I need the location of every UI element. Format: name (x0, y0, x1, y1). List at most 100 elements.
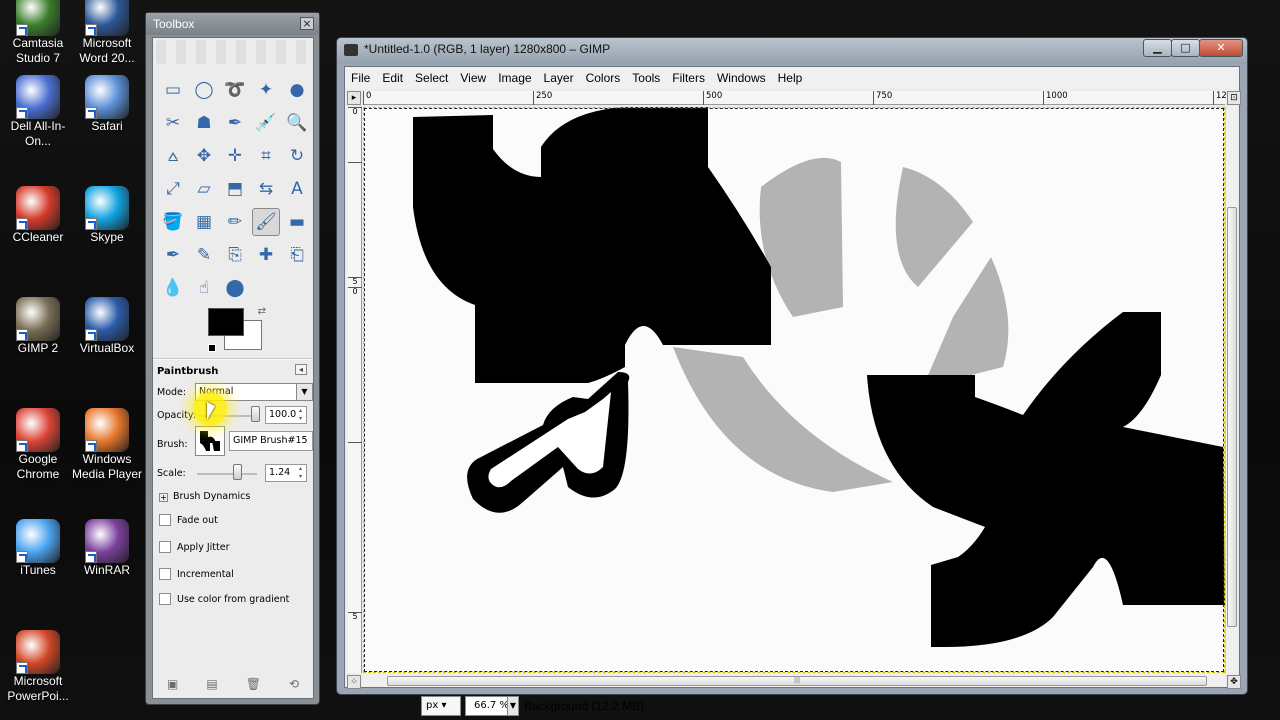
desktop-icon[interactable]: Camtasia Studio 7 (0, 0, 76, 66)
measure-icon[interactable]: ⩟ (159, 142, 187, 170)
blur-icon[interactable]: 💧 (159, 274, 187, 302)
scale-input[interactable]: 1.24 (265, 464, 307, 482)
paths-icon[interactable]: ✒ (221, 109, 249, 137)
color-picker-icon[interactable]: 💉 (252, 109, 280, 137)
bucket-fill-icon[interactable]: 🪣 (159, 208, 187, 236)
vertical-scrollbar[interactable] (1225, 107, 1237, 673)
menu-view[interactable]: View (460, 71, 486, 85)
color-select-icon[interactable]: ● (283, 76, 311, 104)
fuzzy-select-icon[interactable]: ✦ (252, 76, 280, 104)
desktop-icon[interactable]: Skype (69, 186, 145, 245)
menu-help[interactable]: Help (778, 71, 803, 85)
maximize-button[interactable]: □ (1171, 39, 1200, 57)
delete-options-icon[interactable]: 🗑 (246, 677, 261, 691)
desktop-icon[interactable]: CCleaner (0, 186, 76, 245)
brush-dynamics-expander[interactable]: + Brush Dynamics (159, 491, 250, 502)
horizontal-scrollbar[interactable]: ||| (363, 675, 1225, 687)
zoom-dropdown-icon[interactable]: ▼ (507, 696, 519, 716)
apply-jitter-checkbox[interactable]: Apply Jitter (159, 541, 229, 553)
image-window-titlebar[interactable]: *Untitled-1.0 (RGB, 1 layer) 1280x800 – … (337, 38, 1247, 64)
blend-icon[interactable]: ▦ (190, 208, 218, 236)
close-button[interactable]: ✕ (1199, 39, 1243, 57)
minimize-button[interactable]: ▁ (1143, 39, 1172, 57)
desktop-icon[interactable]: WinRAR (69, 519, 145, 578)
airbrush-icon[interactable]: ✒ (159, 241, 187, 269)
menu-layer[interactable]: Layer (544, 71, 574, 85)
foreground-select-icon[interactable]: ☗ (190, 109, 218, 137)
toolbox-window[interactable]: Toolbox × ▭ ◯ ➰ ✦ ● ✂ ☗ ✒ 💉 🔍 ⩟ ✥ ✛ ⌗ ↻ ⤢ ▱ ⬒ ⇆ A 🪣 ▦ ✏ 🖌 ▬ ✒ ✎ ⎘ ✚ ⎗… (145, 12, 320, 705)
menu-select[interactable]: Select (415, 71, 448, 85)
scissors-icon[interactable]: ✂ (159, 109, 187, 137)
scale-icon[interactable]: ⤢ (159, 175, 187, 203)
menu-file[interactable]: File (351, 71, 370, 85)
use-gradient-checkbox[interactable]: Use color from gradient (159, 593, 289, 605)
heal-icon[interactable]: ✚ (252, 241, 280, 269)
rotate-icon[interactable]: ↻ (283, 142, 311, 170)
desktop-icon[interactable]: GIMP 2 (0, 297, 76, 356)
desktop-icon[interactable]: Microsoft PowerPoi... (0, 630, 76, 704)
free-select-icon[interactable]: ➰ (221, 76, 249, 104)
dodge-burn-icon[interactable]: ⬤ (221, 274, 249, 302)
reset-colors-icon[interactable] (208, 344, 216, 352)
checkbox-box[interactable] (159, 514, 171, 526)
shear-icon[interactable]: ▱ (190, 175, 218, 203)
perspective-clone-icon[interactable]: ⎗ (283, 241, 311, 269)
swap-colors-icon[interactable]: ⇄ (258, 306, 266, 317)
pencil-icon[interactable]: ✏ (221, 208, 249, 236)
checkbox-box[interactable] (159, 593, 171, 605)
desktop-icon[interactable]: Google Chrome (0, 408, 76, 482)
rect-select-icon[interactable]: ▭ (159, 76, 187, 104)
smudge-icon[interactable]: ☝ (190, 274, 218, 302)
brush-name-field[interactable]: GIMP Brush#15 (229, 431, 313, 451)
tool-options-menu-icon[interactable]: ◂ (295, 364, 307, 375)
desktop-icon[interactable]: iTunes (0, 519, 76, 578)
clone-icon[interactable]: ⎘ (221, 241, 249, 269)
paintbrush-icon[interactable]: 🖌 (252, 208, 280, 236)
menu-colors[interactable]: Colors (586, 71, 621, 85)
desktop-icon[interactable]: Microsoft Word 20... (69, 0, 145, 66)
save-options-icon[interactable]: ▣ (167, 677, 178, 691)
checkbox-box[interactable] (159, 568, 171, 580)
zoom-icon[interactable]: 🔍 (283, 109, 311, 137)
menu-edit[interactable]: Edit (382, 71, 403, 85)
checkbox-box[interactable] (159, 541, 171, 553)
horizontal-ruler[interactable]: 0 250 500 750 1000 125 (363, 91, 1232, 105)
desktop-icon[interactable]: Safari (69, 75, 145, 134)
scale-slider[interactable] (197, 473, 257, 475)
image-canvas[interactable] (363, 107, 1225, 673)
perspective-icon[interactable]: ⬒ (221, 175, 249, 203)
vertical-scrollbar-thumb[interactable] (1227, 207, 1237, 627)
unit-select[interactable]: px ▾ (421, 696, 461, 716)
vertical-ruler[interactable]: 0505 (348, 107, 362, 673)
wilber-drop-area[interactable] (156, 40, 308, 64)
align-icon[interactable]: ✛ (221, 142, 249, 170)
menu-tools[interactable]: Tools (632, 71, 660, 85)
desktop-icon[interactable]: Windows Media Player (69, 408, 145, 482)
horizontal-scrollbar-thumb[interactable]: ||| (387, 676, 1207, 686)
opacity-slider-knob[interactable] (251, 406, 260, 422)
image-window[interactable]: *Untitled-1.0 (RGB, 1 layer) 1280x800 – … (336, 37, 1248, 716)
reset-options-icon[interactable]: ⟲ (289, 677, 299, 691)
foreground-color[interactable] (208, 308, 244, 336)
menu-filters[interactable]: Filters (672, 71, 705, 85)
fade-out-checkbox[interactable]: Fade out (159, 514, 218, 526)
move-icon[interactable]: ✥ (190, 142, 218, 170)
flip-icon[interactable]: ⇆ (252, 175, 280, 203)
zoom-fit-icon[interactable]: ⊡ (1227, 91, 1241, 105)
text-icon[interactable]: A (283, 175, 311, 203)
quick-mask-icon[interactable]: ▸ (347, 91, 361, 105)
incremental-checkbox[interactable]: Incremental (159, 568, 234, 580)
menu-image[interactable]: Image (498, 71, 531, 85)
crop-icon[interactable]: ⌗ (252, 142, 280, 170)
ellipse-select-icon[interactable]: ◯ (190, 76, 218, 104)
fg-bg-colors[interactable]: ⇄ (208, 306, 266, 352)
desktop-icon[interactable]: VirtualBox (69, 297, 145, 356)
chevron-down-icon[interactable]: ▼ (296, 384, 312, 400)
eraser-icon[interactable]: ▬ (283, 208, 311, 236)
opacity-input[interactable]: 100.0 (265, 406, 307, 424)
resize-corner-icon[interactable]: ⁘ (347, 675, 361, 689)
desktop-icon[interactable]: Dell All-In-On... (0, 75, 76, 149)
restore-options-icon[interactable]: ▤ (206, 677, 217, 691)
brush-preview[interactable] (195, 426, 225, 456)
toolbox-close-button[interactable]: × (300, 17, 314, 30)
